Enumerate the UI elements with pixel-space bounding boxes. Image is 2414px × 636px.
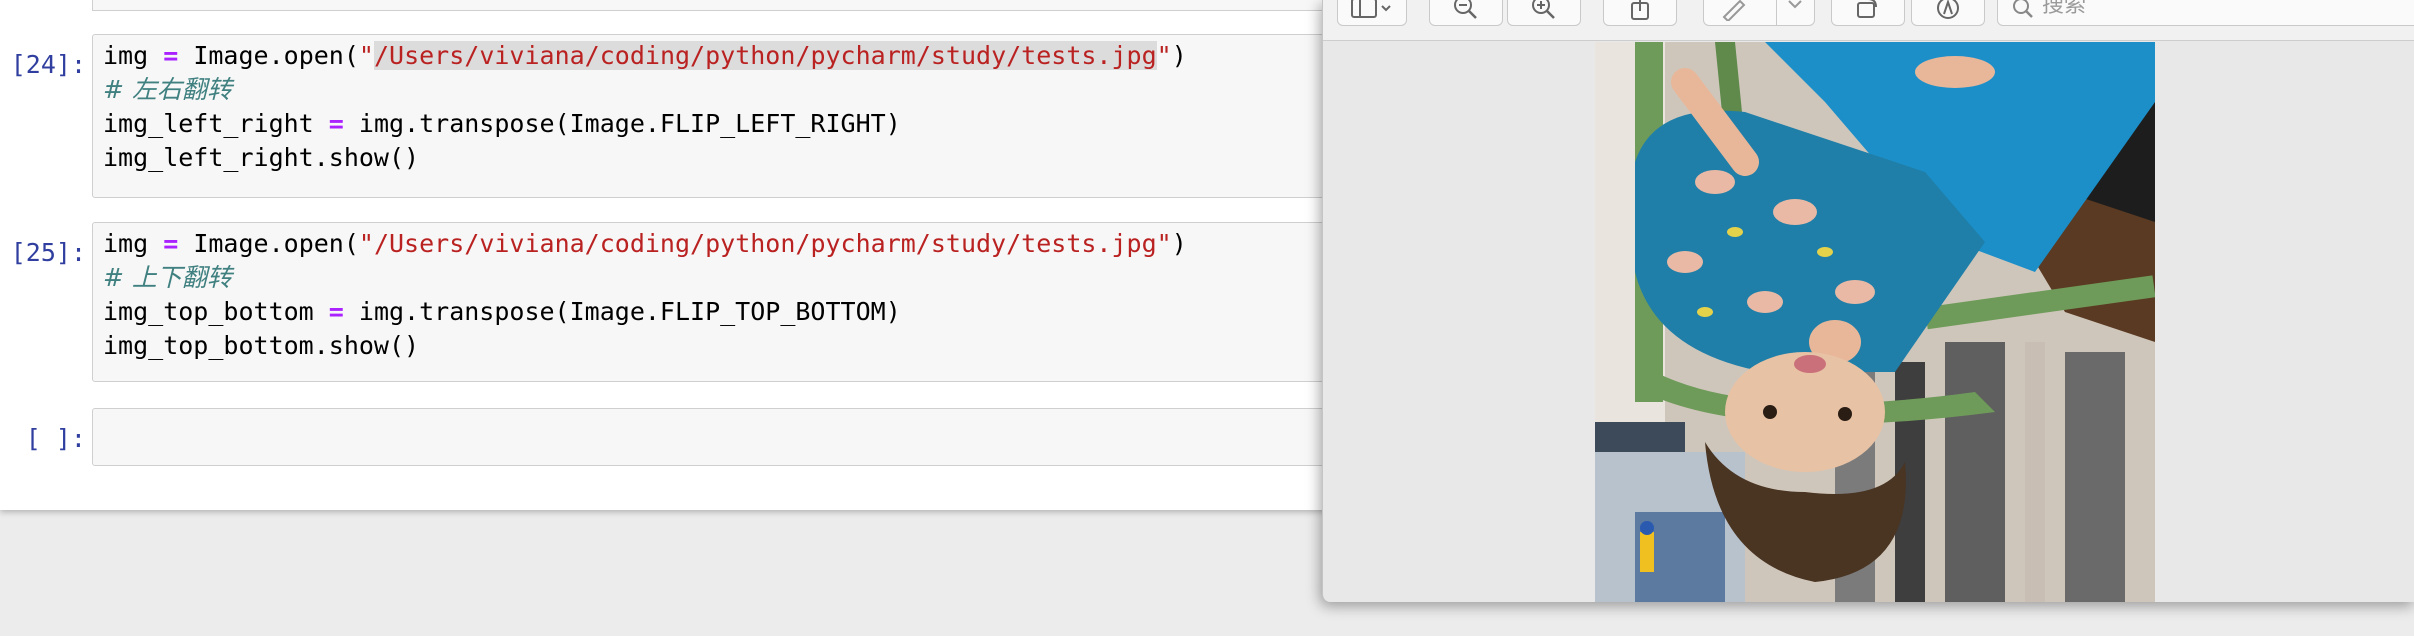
code-comment: # 左右翻转 xyxy=(103,75,232,104)
cell-input-empty[interactable] xyxy=(92,408,1352,466)
rotate-button[interactable] xyxy=(1831,0,1905,26)
code-line-3: img_top_bottom = img.transpose(Image.FLI… xyxy=(103,297,901,326)
rotate-icon xyxy=(1857,0,1877,18)
sidebar-icon xyxy=(1351,0,1391,18)
code-line-1: img = Image.open("/Users/viviana/coding/… xyxy=(103,229,1187,258)
code-line-1: img = Image.open("/Users/viviana/coding/… xyxy=(103,41,1187,70)
zoom-in-icon xyxy=(1532,0,1555,19)
code-line-4: img_top_bottom.show() xyxy=(103,331,420,360)
code-line-4: img_left_right.show() xyxy=(103,143,420,172)
annotate-icon xyxy=(1937,0,1959,19)
share-button[interactable] xyxy=(1603,0,1677,26)
search-placeholder: 搜索 xyxy=(2042,0,2087,18)
search-icon xyxy=(2013,0,2033,18)
notebook-panel: [24]: img = Image.open("/Users/viviana/c… xyxy=(0,0,1354,510)
share-icon xyxy=(1631,0,1649,20)
preview-window: 搜索 xyxy=(1322,0,2414,602)
selected-path-text: /Users/viviana/coding/python/pycharm/stu… xyxy=(373,41,1157,70)
zoom-out-button[interactable] xyxy=(1429,0,1503,26)
chevron-down-icon xyxy=(1788,0,1802,9)
annotate-button[interactable] xyxy=(1911,0,1985,26)
cell-input[interactable]: img = Image.open("/Users/viviana/coding/… xyxy=(92,222,1352,382)
preview-image xyxy=(1595,42,2155,602)
zoom-out-icon xyxy=(1454,0,1477,19)
preview-toolbar: 搜索 xyxy=(1323,0,2414,41)
cell-input[interactable]: img = Image.open("/Users/viviana/coding/… xyxy=(92,34,1352,198)
markup-pen-icon xyxy=(1722,0,1746,21)
cell-prompt: [25]: xyxy=(10,238,86,267)
code-line-3: img_left_right = img.transpose(Image.FLI… xyxy=(103,109,901,138)
cell-prompt: [24]: xyxy=(10,50,86,79)
flipped-child-photo xyxy=(1595,42,2155,602)
sidebar-toggle-button[interactable] xyxy=(1337,0,1407,26)
search-field[interactable]: 搜索 xyxy=(1997,0,2414,26)
zoom-in-button[interactable] xyxy=(1507,0,1581,26)
markup-button[interactable] xyxy=(1703,0,1815,26)
code-comment: # 上下翻转 xyxy=(103,263,232,292)
previous-cell-edge xyxy=(92,0,1354,11)
cell-prompt: [ ]: xyxy=(25,424,86,453)
